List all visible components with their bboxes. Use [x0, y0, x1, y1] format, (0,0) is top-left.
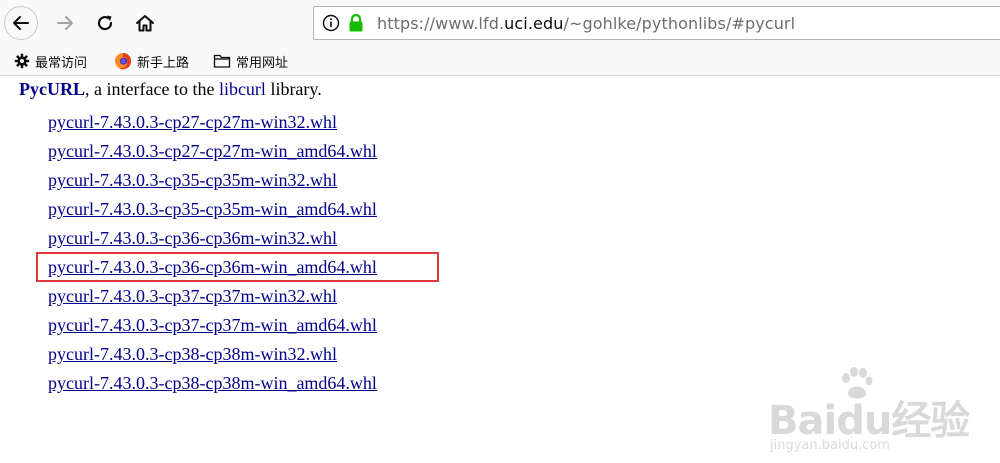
gear-icon: [14, 53, 30, 69]
list-item: pycurl-7.43.0.3-cp27-cp27m-win32.whl: [48, 108, 377, 137]
bookmark-label: 最常访问: [35, 55, 88, 71]
bookmark-common-sites[interactable]: 常用网址: [213, 51, 288, 71]
list-item: pycurl-7.43.0.3-cp35-cp35m-win32.whl: [48, 166, 377, 195]
navigation-toolbar: https://www.lfd.uci.edu/~gohlke/pythonli…: [0, 0, 1000, 46]
intro-text-end: library.: [265, 79, 322, 99]
watermark-logo-text: Baidu经验: [768, 398, 970, 444]
wheel-download-link[interactable]: pycurl-7.43.0.3-cp37-cp37m-win_amd64.whl: [48, 315, 377, 335]
list-item: pycurl-7.43.0.3-cp37-cp37m-win32.whl: [48, 282, 377, 311]
wheel-download-link[interactable]: pycurl-7.43.0.3-cp37-cp37m-win32.whl: [48, 286, 337, 306]
wheel-download-link[interactable]: pycurl-7.43.0.3-cp38-cp38m-win_amd64.whl: [48, 373, 377, 393]
package-name-link[interactable]: PycURL: [19, 79, 85, 99]
wheel-download-link[interactable]: pycurl-7.43.0.3-cp35-cp35m-win32.whl: [48, 170, 337, 190]
wheel-download-link[interactable]: pycurl-7.43.0.3-cp27-cp27m-win_amd64.whl: [48, 141, 377, 161]
home-button[interactable]: [128, 6, 162, 40]
paw-logo-icon: [842, 367, 873, 399]
bookmark-label: 新手上路: [137, 55, 190, 71]
wheel-download-link[interactable]: pycurl-7.43.0.3-cp38-cp38m-win32.whl: [48, 344, 337, 364]
url-domain: uci.edu: [504, 14, 564, 33]
bookmark-getting-started[interactable]: 新手上路: [114, 51, 189, 71]
address-bar[interactable]: https://www.lfd.uci.edu/~gohlke/pythonli…: [313, 6, 1000, 40]
bookmark-most-visited[interactable]: 最常访问: [14, 51, 87, 71]
list-item: pycurl-7.43.0.3-cp27-cp27m-win_amd64.whl: [48, 137, 377, 166]
wheel-download-link[interactable]: pycurl-7.43.0.3-cp35-cp35m-win_amd64.whl: [48, 199, 377, 219]
list-item: pycurl-7.43.0.3-cp38-cp38m-win32.whl: [48, 340, 377, 369]
intro-text: , a interface to the: [85, 79, 219, 99]
reload-button[interactable]: [88, 6, 122, 40]
bookmark-label: 常用网址: [236, 55, 289, 71]
forward-arrow-icon: [57, 16, 73, 30]
page-content: PycURL, a interface to the libcurl libra…: [0, 76, 1000, 453]
watermark-url: jingyan.baidu.com: [770, 438, 890, 453]
lock-icon[interactable]: [348, 13, 364, 33]
url-text[interactable]: https://www.lfd.uci.edu/~gohlke/pythonli…: [377, 14, 795, 33]
home-icon: [136, 15, 154, 32]
back-arrow-icon: [13, 16, 29, 30]
info-icon[interactable]: [322, 14, 340, 32]
baidu-jingyan-watermark: Baidu经验 jingyan.baidu.com: [768, 367, 988, 463]
url-prefix: https://www.lfd.: [377, 14, 505, 33]
wheel-download-link[interactable]: pycurl-7.43.0.3-cp27-cp27m-win32.whl: [48, 112, 337, 132]
highlight-annotation-box: [36, 252, 439, 282]
forward-button[interactable]: [48, 6, 82, 40]
folder-icon: [213, 54, 231, 68]
list-item: pycurl-7.43.0.3-cp37-cp37m-win_amd64.whl: [48, 311, 377, 340]
list-item: pycurl-7.43.0.3-cp38-cp38m-win_amd64.whl: [48, 369, 377, 398]
list-item: pycurl-7.43.0.3-cp35-cp35m-win_amd64.whl: [48, 195, 377, 224]
package-intro: PycURL, a interface to the libcurl libra…: [19, 79, 322, 100]
url-path: /~gohlke/pythonlibs/#pycurl: [563, 14, 796, 33]
list-item: pycurl-7.43.0.3-cp36-cp36m-win32.whl: [48, 224, 377, 253]
firefox-icon: [115, 53, 132, 70]
bookmarks-toolbar: 最常访问 新手上路 常用网址: [0, 46, 1000, 76]
libcurl-link[interactable]: libcurl: [219, 79, 266, 99]
reload-icon: [97, 15, 113, 31]
wheel-download-link[interactable]: pycurl-7.43.0.3-cp36-cp36m-win32.whl: [48, 228, 337, 248]
back-button[interactable]: [4, 6, 38, 40]
